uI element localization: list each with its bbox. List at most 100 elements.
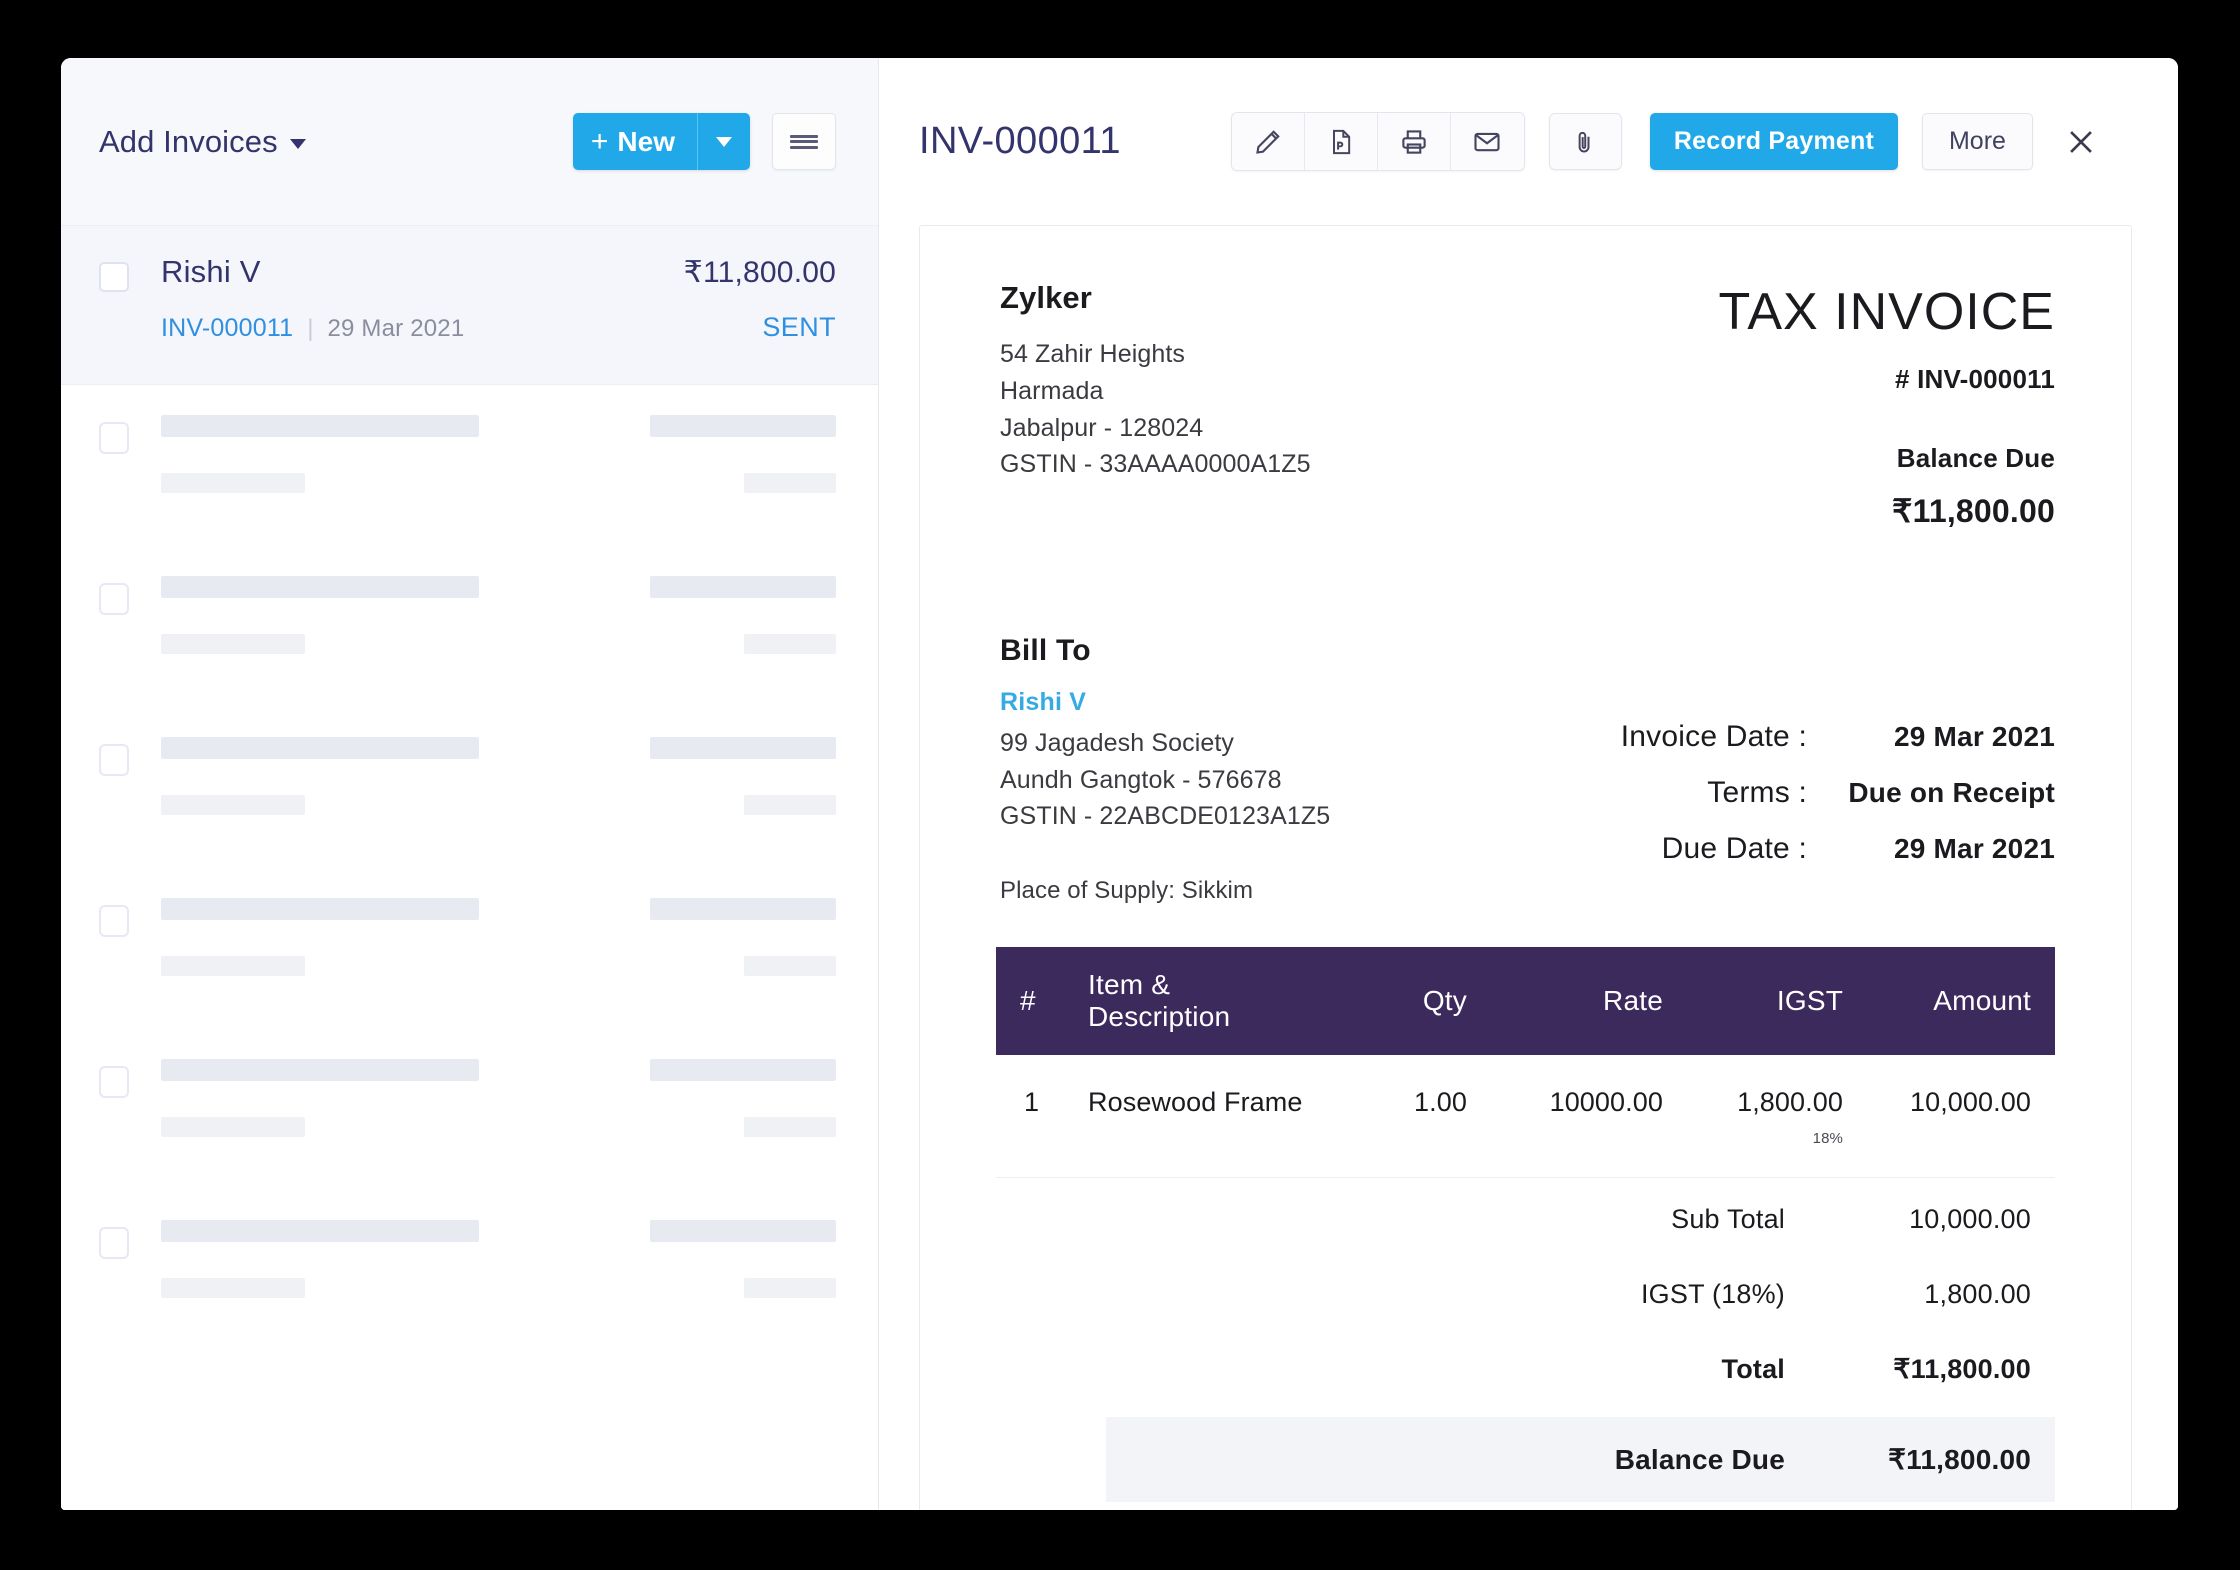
placeholder-bar	[650, 1059, 836, 1081]
list-item-placeholder	[61, 1190, 878, 1351]
balance-due-row-label: Balance Due	[1614, 1443, 1785, 1475]
new-button[interactable]: + New	[572, 113, 697, 170]
placeholder-bar	[161, 1278, 305, 1298]
invoice-document-scroll: Sent Zylker 54 Zahir Heights Harmada Jab…	[879, 225, 2178, 1510]
pdf-button[interactable]	[1304, 113, 1378, 170]
balance-due-amount: ₹11,800.00	[1892, 493, 2055, 529]
placeholder-bar	[744, 795, 836, 815]
list-item-primary-line: Rishi V ₹11,800.00	[161, 254, 836, 290]
placeholder-line	[161, 956, 836, 976]
document-summary: TAX INVOICE # INV-000011 Balance Due ₹11…	[1718, 280, 2055, 530]
invoice-amount: ₹11,800.00	[683, 256, 836, 289]
igst-value: 1,800.00	[1924, 1278, 2031, 1309]
cell-igst: 1,800.00 18%	[1663, 1054, 1843, 1178]
table-row: 1 Rosewood Frame 1.00 10000.00 1,800.00 …	[996, 1054, 2055, 1178]
row-checkbox[interactable]	[99, 744, 129, 776]
balance-due-label: Balance Due	[1896, 443, 2055, 473]
close-icon	[2070, 130, 2092, 153]
balance-due-row-value: ₹11,800.00	[1888, 1443, 2031, 1475]
sub-total-value: 10,000.00	[1909, 1203, 2031, 1234]
row-checkbox[interactable]	[99, 583, 129, 615]
placeholder-bar	[161, 1117, 305, 1137]
sidebar-header: Add Invoices + New	[61, 58, 878, 225]
row-checkbox[interactable]	[99, 905, 129, 937]
list-view-menu-button[interactable]	[772, 113, 836, 170]
line-items-body: 1 Rosewood Frame 1.00 10000.00 1,800.00 …	[996, 1054, 2055, 1178]
meta-row: Terms : Due on Receipt	[1621, 776, 2055, 810]
placeholder-bar	[650, 415, 836, 437]
placeholder-content	[161, 1220, 836, 1298]
row-checkbox[interactable]	[99, 422, 129, 454]
cell-item: Rosewood Frame	[1058, 1054, 1317, 1178]
placeholder-bar	[650, 576, 836, 598]
add-invoices-dropdown[interactable]: Add Invoices	[99, 124, 306, 160]
record-payment-button[interactable]: Record Payment	[1649, 113, 1898, 170]
list-item-secondary-line: INV-000011 | 29 Mar 2021 SENT	[161, 312, 836, 343]
placeholder-bar	[161, 1220, 479, 1242]
list-item-placeholder	[61, 546, 878, 707]
placeholder-line	[161, 737, 836, 759]
placeholder-content	[161, 898, 836, 976]
invoice-list[interactable]: Rishi V ₹11,800.00 INV-000011 | 29 Mar 2…	[61, 225, 878, 1510]
row-checkbox[interactable]	[99, 1066, 129, 1098]
organization-address-line: Harmada	[1000, 376, 1104, 405]
placeholder-bar	[744, 956, 836, 976]
invoice-date: 29 Mar 2021	[327, 315, 465, 342]
row-checkbox[interactable]	[99, 262, 129, 292]
print-button[interactable]	[1377, 113, 1451, 170]
row-checkbox[interactable]	[99, 1227, 129, 1259]
placeholder-content	[161, 1059, 836, 1137]
placeholder-bar	[744, 634, 836, 654]
plus-icon: +	[590, 124, 609, 158]
totals-section: Sub Total 10,000.00 IGST (18%) 1,800.00 …	[996, 1182, 2055, 1502]
hamburger-icon	[790, 132, 818, 151]
terms-label: Terms :	[1707, 776, 1807, 809]
chevron-down-icon	[716, 136, 732, 147]
bill-to-customer-link[interactable]: Rishi V	[1000, 688, 1330, 717]
more-button[interactable]: More	[1921, 113, 2033, 170]
bill-to-gstin: GSTIN - 22ABCDE0123A1Z5	[1000, 802, 1331, 830]
bill-to-block: Bill To Rishi V 99 Jagadesh Society Aund…	[996, 634, 1330, 905]
chevron-down-icon	[289, 139, 306, 149]
edit-button[interactable]	[1231, 113, 1305, 170]
cell-rate: 10000.00	[1467, 1054, 1663, 1178]
separator: |	[307, 315, 314, 342]
invoice-detail-panel: INV-000011 Record Payment More Zylker 54…	[879, 58, 2178, 1510]
cell-qty: 1.00	[1317, 1054, 1467, 1178]
line-items-table: # Item & Description Qty Rate IGST Amoun…	[996, 946, 2055, 1178]
app-window: Add Invoices + New Rishi V ₹11,800.00 IN…	[61, 58, 2178, 1510]
new-dropdown-button[interactable]	[697, 113, 750, 170]
pencil-icon	[1256, 129, 1280, 154]
placeholder-bar	[161, 795, 305, 815]
organization-block: Zylker 54 Zahir Heights Harmada Jabalpur…	[996, 280, 1311, 483]
close-button[interactable]	[2059, 120, 2103, 164]
placeholder-content	[161, 576, 836, 654]
detail-toolbar: INV-000011 Record Payment More	[879, 58, 2178, 225]
document-number: # INV-000011	[1895, 364, 2055, 394]
placeholder-bar	[161, 1059, 479, 1081]
total-label: Total	[1721, 1353, 1785, 1384]
placeholder-line	[161, 473, 836, 493]
placeholder-bar	[161, 956, 305, 976]
invoice-date-value: 29 Mar 2021	[1894, 721, 2055, 752]
totals-row-igst: IGST (18%) 1,800.00	[996, 1257, 2055, 1332]
sub-total-label: Sub Total	[1671, 1203, 1785, 1234]
invoice-number-link[interactable]: INV-000011	[161, 314, 293, 343]
placeholder-line	[161, 795, 836, 815]
invoice-meta-block: Invoice Date : 29 Mar 2021 Terms : Due o…	[1621, 634, 2055, 866]
column-header-amount: Amount	[1843, 946, 2055, 1055]
organization-gstin: GSTIN - 33AAAA0000A1Z5	[1000, 450, 1311, 479]
placeholder-bar	[744, 1278, 836, 1298]
bill-to-address-line: 99 Jagadesh Society	[1000, 729, 1235, 757]
placeholder-bar	[161, 634, 305, 654]
total-value: ₹11,800.00	[1893, 1353, 2031, 1384]
due-date-label: Due Date :	[1661, 832, 1807, 865]
cell-amount: 10,000.00	[1843, 1054, 2055, 1178]
totals-row-sub-total: Sub Total 10,000.00	[996, 1182, 2055, 1257]
email-button[interactable]	[1450, 113, 1524, 170]
invoice-document: Sent Zylker 54 Zahir Heights Harmada Jab…	[919, 225, 2132, 1510]
column-header-qty: Qty	[1317, 946, 1467, 1055]
attachment-button[interactable]	[1548, 113, 1622, 170]
cell-igst-percent: 18%	[1812, 1129, 1843, 1147]
list-item-invoice-selected[interactable]: Rishi V ₹11,800.00 INV-000011 | 29 Mar 2…	[61, 225, 878, 385]
